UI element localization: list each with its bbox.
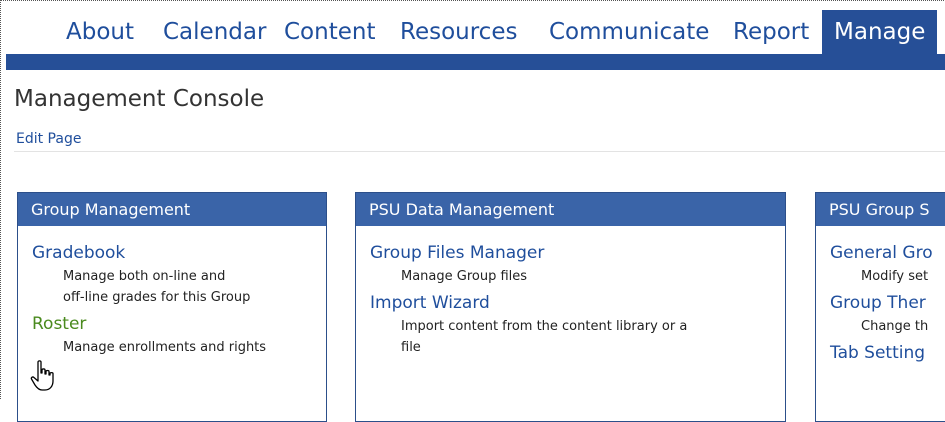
nav-item-about[interactable]: About: [60, 10, 140, 54]
desc-line: Change th: [861, 319, 929, 334]
general-group-link[interactable]: General Gro: [830, 242, 945, 264]
panel-psu-data-management: PSU Data Management Group Files Manager …: [355, 192, 786, 422]
roster-link[interactable]: Roster: [32, 313, 326, 335]
desc-line: Manage both on-line and: [63, 269, 226, 284]
gradebook-link[interactable]: Gradebook: [32, 242, 326, 264]
desc-line: Modify set: [861, 269, 929, 284]
panel-psu-group-settings: PSU Group S General Gro Modify set Group…: [815, 192, 945, 422]
nav-bar-stripe: [6, 54, 945, 70]
group-files-manager-link[interactable]: Group Files Manager: [370, 242, 785, 264]
item-description: Manage enrollments and rights: [32, 337, 326, 358]
hand-pointer-icon: [30, 360, 54, 391]
item-description: Change th: [830, 316, 945, 337]
panel-group-management: Group Management Gradebook Manage both o…: [17, 192, 327, 422]
page-title: Management Console: [14, 86, 265, 112]
top-nav: About Calendar Content Resources Communi…: [6, 10, 945, 58]
tab-settings-link[interactable]: Tab Setting: [830, 342, 945, 364]
nav-item-content[interactable]: Content: [278, 10, 381, 54]
item-description: Manage both on-line and off-line grades …: [32, 266, 326, 308]
nav-item-resources[interactable]: Resources: [394, 10, 523, 54]
edit-page-link[interactable]: Edit Page: [16, 131, 81, 147]
import-wizard-link[interactable]: Import Wizard: [370, 292, 785, 314]
nav-item-manage[interactable]: Manage: [822, 10, 938, 54]
item-description: Manage Group files: [370, 266, 785, 287]
desc-line: Manage Group files: [401, 269, 528, 284]
desc-line: file: [401, 340, 421, 355]
desc-line: Manage enrollments and rights: [63, 340, 267, 355]
item-description: Import content from the content library …: [370, 316, 785, 358]
panel-header: Group Management: [18, 193, 326, 226]
group-theme-link[interactable]: Group Ther: [830, 292, 945, 314]
panel-header: PSU Group S: [816, 193, 945, 226]
nav-item-calendar[interactable]: Calendar: [157, 10, 272, 54]
panel-header: PSU Data Management: [356, 193, 785, 226]
desc-line: off-line grades for this Group: [63, 290, 251, 305]
nav-item-report[interactable]: Report: [727, 10, 815, 54]
item-description: Modify set: [830, 266, 945, 287]
nav-item-communicate[interactable]: Communicate: [543, 10, 715, 54]
title-divider: [14, 151, 945, 152]
desc-line: Import content from the content library …: [401, 319, 688, 334]
